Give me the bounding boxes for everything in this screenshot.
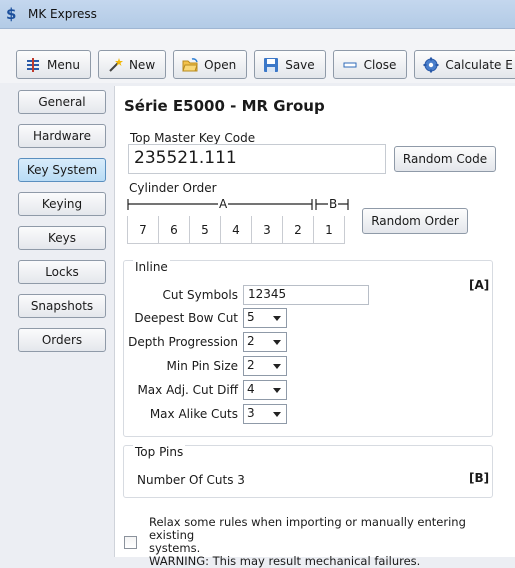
new-button[interactable]: New: [97, 50, 167, 79]
top-pins-group-title: Top Pins: [133, 445, 186, 459]
relax-rules-checkbox[interactable]: [124, 536, 137, 549]
max-alike-cuts-value: 3: [247, 406, 255, 420]
save-button[interactable]: Save: [254, 50, 326, 79]
deepest-bow-cut-value: 5: [247, 310, 255, 324]
order-group-b-label: B: [328, 197, 339, 211]
relax-rules-line-1: Relax some rules when importing or manua…: [149, 515, 466, 542]
inline-group: Inline [A] Cut Symbols 12345 Deepest Bow…: [123, 260, 493, 437]
relax-rules-text: Relax some rules when importing or manua…: [149, 516, 509, 568]
deepest-bow-cut-label: Deepest Bow Cut: [134, 311, 238, 325]
sidebar: General Hardware Key System Keying Keys …: [18, 90, 108, 362]
sidebar-item-key-system[interactable]: Key System: [18, 158, 106, 182]
top-master-key-label: Top Master Key Code: [130, 131, 256, 145]
window-title: MK Express: [28, 7, 97, 21]
gear-icon: [423, 57, 439, 73]
close-button[interactable]: Close: [332, 50, 408, 79]
random-order-button[interactable]: Random Order: [362, 208, 468, 234]
cylinder-order-brackets: [127, 199, 349, 210]
title-bar: $ MK Express: [0, 0, 515, 29]
depth-progression-label: Depth Progression: [128, 335, 238, 349]
menu-label: Menu: [47, 57, 80, 72]
depth-progression-value: 2: [247, 334, 255, 348]
number-of-cuts-value: 3: [237, 473, 245, 487]
top-pins-tag: [B]: [469, 471, 490, 485]
chevron-down-icon: [273, 340, 281, 345]
sidebar-item-orders[interactable]: Orders: [18, 328, 106, 352]
order-cell[interactable]: 1: [314, 216, 345, 244]
sidebar-item-keying[interactable]: Keying: [18, 192, 106, 216]
max-alike-cuts-label: Max Alike Cuts: [149, 407, 238, 421]
order-cell[interactable]: 3: [252, 216, 283, 244]
wand-icon: [107, 57, 123, 73]
cut-symbols-label: Cut Symbols: [162, 288, 238, 302]
max-adj-cut-diff-select[interactable]: 4: [243, 380, 287, 400]
sidebar-item-keys[interactable]: Keys: [18, 226, 106, 250]
calculate-label: Calculate E: [445, 57, 513, 72]
min-pin-size-select[interactable]: 2: [243, 356, 287, 376]
top-master-key-input[interactable]: 235521.111: [128, 144, 386, 174]
order-cell[interactable]: 4: [221, 216, 252, 244]
inline-group-title: Inline: [133, 260, 170, 274]
order-cell[interactable]: 2: [283, 216, 314, 244]
open-button[interactable]: Open: [173, 50, 248, 79]
max-adj-cut-diff-label: Max Adj. Cut Diff: [137, 383, 238, 397]
chevron-down-icon: [273, 388, 281, 393]
random-code-button[interactable]: Random Code: [394, 146, 496, 172]
page-title: Série E5000 - MR Group: [124, 97, 325, 115]
cylinder-order-label: Cylinder Order: [129, 181, 217, 195]
max-adj-cut-diff-value: 4: [247, 382, 255, 396]
chevron-down-icon: [273, 364, 281, 369]
save-label: Save: [285, 57, 315, 72]
sidebar-item-snapshots[interactable]: Snapshots: [18, 294, 106, 318]
cut-symbols-input[interactable]: 12345: [243, 285, 369, 305]
folder-open-icon: [182, 57, 198, 73]
chevron-down-icon: [273, 316, 281, 321]
max-alike-cuts-select[interactable]: 3: [243, 404, 287, 424]
top-pins-group: Top Pins [B] Number Of Cuts 3: [123, 445, 493, 498]
floppy-disk-icon: [263, 57, 279, 73]
new-label: New: [128, 57, 156, 72]
cylinder-order-cells: 7 6 5 4 3 2 1: [127, 216, 345, 244]
sidebar-item-locks[interactable]: Locks: [18, 260, 106, 284]
app-key-icon: $: [6, 5, 17, 23]
min-pin-size-label: Min Pin Size: [166, 359, 238, 373]
chevron-down-icon: [273, 412, 281, 417]
number-of-cuts-text: Number Of Cuts: [137, 473, 234, 487]
inline-tag: [A]: [469, 278, 490, 292]
sidebar-item-general[interactable]: General: [18, 90, 106, 114]
order-cell[interactable]: 5: [190, 216, 221, 244]
open-label: Open: [204, 57, 237, 72]
number-of-cuts-label: Number Of Cuts 3: [137, 473, 245, 487]
close-dash-icon: [342, 57, 358, 73]
sidebar-item-hardware[interactable]: Hardware: [18, 124, 106, 148]
menu-button[interactable]: Menu: [16, 50, 91, 79]
key-system-panel: Série E5000 - MR Group Top Master Key Co…: [114, 86, 515, 568]
calculate-button[interactable]: Calculate E: [414, 50, 515, 79]
close-label: Close: [363, 57, 397, 72]
order-group-a-label: A: [218, 197, 229, 211]
min-pin-size-value: 2: [247, 358, 255, 372]
order-cell[interactable]: 7: [128, 216, 159, 244]
depth-progression-select[interactable]: 2: [243, 332, 287, 352]
menu-icon: [25, 57, 41, 73]
deepest-bow-cut-select[interactable]: 5: [243, 308, 287, 328]
toolbar: Menu New Open Save Close Calculate E: [0, 50, 515, 80]
order-cell[interactable]: 6: [159, 216, 190, 244]
